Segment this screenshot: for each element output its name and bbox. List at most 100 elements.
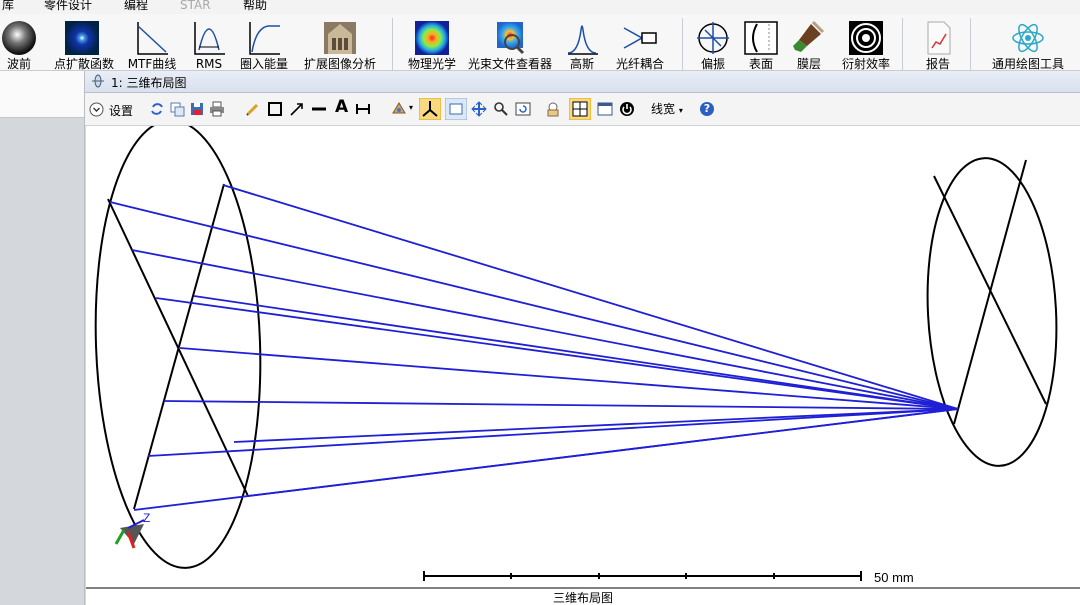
ray xyxy=(247,408,959,497)
ribbon-separator xyxy=(682,18,683,70)
rotate-view-dropdown-arrow[interactable]: ▾ xyxy=(409,103,413,112)
ray xyxy=(147,408,959,457)
menu-part-design[interactable]: 零件设计 xyxy=(44,0,92,13)
mtf-label: MTF曲线 xyxy=(127,57,177,71)
psf-button[interactable]: 点扩散函数 xyxy=(54,14,114,70)
image-plane-cross-line xyxy=(953,159,1027,425)
settings-label: 设置 xyxy=(109,104,134,118)
line-icon[interactable] xyxy=(311,101,327,117)
lock-icon[interactable] xyxy=(545,101,561,117)
plot-caption: 三维布局图 xyxy=(552,591,613,605)
plot-toolbar: 设置 A ▾ 线宽 ▾ ? xyxy=(85,93,1080,126)
layout-canvas[interactable]: Z 50 mm 三维布局图 xyxy=(86,126,1080,605)
mtf-button[interactable]: MTF曲线 xyxy=(124,14,180,70)
psf-label: 点扩散函数 xyxy=(54,57,115,71)
mtf-icon xyxy=(137,22,168,55)
print-icon[interactable] xyxy=(209,101,225,117)
menu-bar: 库 零件设计 编程 STAR 帮助 xyxy=(0,0,1080,14)
menu-help[interactable]: 帮助 xyxy=(243,0,267,13)
surface-icon xyxy=(744,21,778,55)
image-plane-outline xyxy=(926,157,1058,467)
ray-bundle xyxy=(109,184,959,511)
diffraction-button[interactable]: 衍射效率 xyxy=(838,14,894,70)
encircled-energy-icon xyxy=(249,22,280,55)
surface-label: 表面 xyxy=(748,57,773,71)
ribbon-separator xyxy=(902,18,903,70)
extended-image-button[interactable]: 扩展图像分析 xyxy=(302,14,378,70)
polarization-label: 偏振 xyxy=(700,57,725,71)
extended-image-icon xyxy=(324,22,356,54)
menu-programming[interactable]: 编程 xyxy=(124,0,148,13)
rms-button[interactable]: RMS xyxy=(190,14,228,70)
copy-icon[interactable] xyxy=(169,101,185,117)
universal-plot-button[interactable]: 通用绘图工具 xyxy=(984,14,1072,70)
coating-button[interactable]: 膜层 xyxy=(788,14,830,70)
reset-view-icon[interactable] xyxy=(515,101,531,117)
fit-icon[interactable] xyxy=(445,98,467,120)
encircled-energy-label: 圈入能量 xyxy=(239,57,288,71)
encircled-energy-button[interactable]: 圈入能量 xyxy=(236,14,292,70)
window-title-bar[interactable]: 1: 三维布局图 xyxy=(85,71,1080,93)
window-icon[interactable] xyxy=(597,101,613,117)
physical-optics-button[interactable]: 物理光学 xyxy=(404,14,460,70)
pan-icon[interactable] xyxy=(471,101,487,117)
fiber-coupling-label: 光纤耦合 xyxy=(615,57,664,71)
report-button[interactable]: 报告 xyxy=(916,14,960,70)
rectangle-icon[interactable] xyxy=(267,101,283,117)
ray xyxy=(193,295,959,410)
rotate-view-icon[interactable] xyxy=(391,101,407,117)
left-panel xyxy=(0,71,85,605)
refresh-icon[interactable] xyxy=(149,101,165,117)
save-icon[interactable] xyxy=(189,101,205,117)
rms-label: RMS xyxy=(195,57,223,71)
polarization-icon xyxy=(697,22,729,54)
tile-icon[interactable] xyxy=(569,98,591,120)
psf-icon xyxy=(65,21,99,55)
line-width-label: 线宽 xyxy=(651,102,676,116)
text-icon[interactable]: A xyxy=(335,98,351,116)
ray xyxy=(163,400,959,410)
physical-optics-icon xyxy=(415,21,449,55)
zoom-icon[interactable] xyxy=(493,101,509,117)
fiber-coupling-icon xyxy=(623,27,657,49)
fiber-coupling-button[interactable]: 光纤耦合 xyxy=(612,14,668,70)
settings-button[interactable]: 设置 xyxy=(89,101,141,118)
wavefront-label: 波前 xyxy=(6,57,31,71)
help-glyph: ? xyxy=(703,102,711,115)
arrow-icon[interactable] xyxy=(289,101,305,117)
beam-file-viewer-icon xyxy=(497,22,525,55)
report-icon xyxy=(927,21,951,55)
beam-file-viewer-label: 光束文件查看器 xyxy=(467,57,552,71)
line-width-dropdown-arrow: ▾ xyxy=(678,106,683,115)
chevron-down-icon xyxy=(89,102,104,117)
wavefront-icon xyxy=(2,21,36,55)
dimension-icon[interactable] xyxy=(355,101,371,117)
ribbon-separator xyxy=(392,18,393,70)
beam-file-viewer-button[interactable]: 光束文件查看器 xyxy=(468,14,552,70)
rms-icon xyxy=(194,22,225,55)
window-title: 1: 三维布局图 xyxy=(111,76,187,90)
report-label: 报告 xyxy=(925,57,950,71)
lens-cross-line xyxy=(133,183,225,510)
ray xyxy=(179,347,959,410)
ray xyxy=(233,408,959,443)
coating-icon xyxy=(793,20,825,52)
axes-icon[interactable] xyxy=(419,98,441,120)
menu-library[interactable]: 库 xyxy=(2,0,14,13)
polarization-button[interactable]: 偏振 xyxy=(692,14,734,70)
power-icon[interactable] xyxy=(619,101,635,117)
ray xyxy=(155,297,959,410)
menu-star[interactable]: STAR xyxy=(180,0,211,13)
line-width-button[interactable]: 线宽 ▾ xyxy=(651,102,683,118)
physical-optics-label: 物理光学 xyxy=(407,57,456,71)
universal-plot-icon xyxy=(1012,23,1044,53)
extended-image-label: 扩展图像分析 xyxy=(303,57,376,71)
pencil-icon[interactable] xyxy=(245,101,261,117)
gaussian-button[interactable]: 高斯 xyxy=(562,14,602,70)
layout-window-icon xyxy=(92,74,104,88)
wavefront-button[interactable]: 波前 ▾ xyxy=(0,14,38,70)
universal-plot-label: 通用绘图工具 xyxy=(991,57,1064,71)
ribbon-separator xyxy=(970,18,971,70)
ribbon: 波前 ▾ 点扩散函数 MTF曲线 RMS 圈入能量 xyxy=(0,14,1080,71)
surface-button[interactable]: 表面 xyxy=(740,14,782,70)
